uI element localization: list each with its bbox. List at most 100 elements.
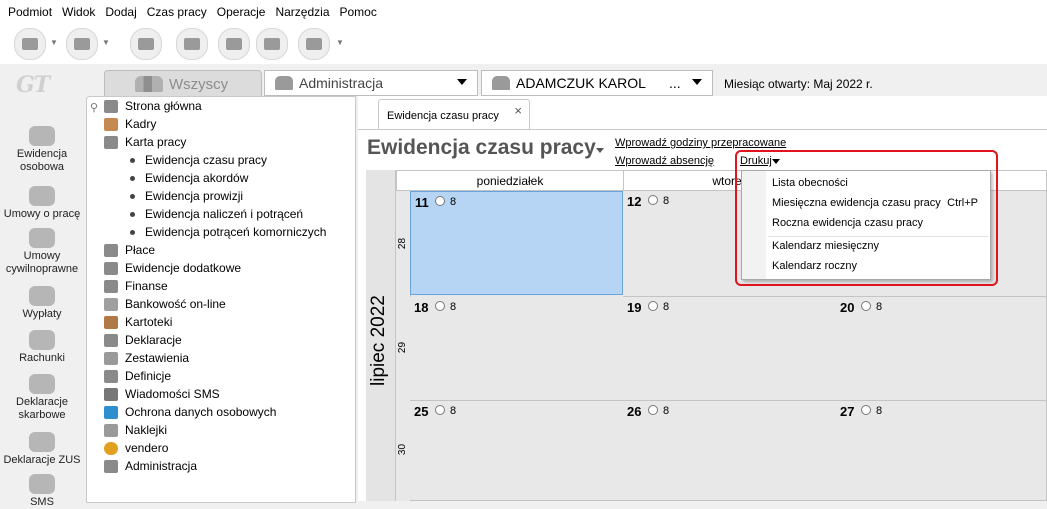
people-icon: [135, 76, 163, 92]
tab-wszyscy[interactable]: Wszyscy: [104, 70, 262, 97]
calendar-day-cell[interactable]: 26 8: [623, 401, 837, 501]
calendar-day-cell[interactable]: 11 8: [410, 191, 623, 295]
menu-operacje[interactable]: Operacje: [215, 5, 268, 19]
menu-pomoc[interactable]: Pomoc: [338, 5, 379, 19]
bills-icon: [29, 330, 55, 350]
tree-item-kadry[interactable]: Kadry: [104, 115, 156, 133]
print-icon[interactable]: [256, 28, 288, 60]
help-dropdown-icon[interactable]: ▼: [336, 38, 344, 47]
tree-item-vendero[interactable]: vendero: [104, 439, 168, 457]
hours-value: 8: [876, 405, 883, 417]
page-title[interactable]: Ewidencja czasu pracy: [367, 136, 596, 160]
day-number: 20: [840, 300, 855, 315]
forward-icon[interactable]: [66, 28, 98, 60]
admin-icon: [104, 459, 118, 473]
tree-item-kartoteki[interactable]: Kartoteki: [104, 313, 172, 331]
tree-label: Strona główna: [125, 99, 202, 113]
menu-narzedzia[interactable]: Narzędzia: [273, 5, 331, 19]
menu-podmiot[interactable]: Podmiot: [6, 5, 54, 19]
menu-item-lista-obecnosci[interactable]: Lista obecności: [772, 177, 848, 189]
nav-deklaracje-skarbowe[interactable]: Deklaracje skarbowe: [0, 374, 84, 422]
tree-item-bankowosc[interactable]: Bankowość on-line: [104, 295, 226, 313]
nav-sms[interactable]: SMS: [0, 474, 84, 509]
department-value: Administracja: [299, 75, 384, 91]
forward-dropdown-icon[interactable]: ▼: [102, 38, 110, 47]
contract-icon: [29, 186, 55, 206]
calendar-day-cell[interactable]: 18 8: [410, 297, 624, 401]
home-icon: [104, 99, 118, 113]
tree-item-place[interactable]: Płace: [104, 241, 155, 259]
tree-item-administracja[interactable]: Administracja: [104, 457, 197, 475]
tree-sub-ewidencja-potracen-komorniczych[interactable]: Ewidencja potrąceń komorniczych: [130, 223, 326, 241]
nav-rachunki[interactable]: Rachunki: [0, 330, 84, 365]
bullet-icon: [130, 193, 135, 199]
tree-item-naklejki[interactable]: Naklejki: [104, 421, 167, 439]
tree-item-definicje[interactable]: Definicje: [104, 367, 171, 385]
people-icon: [275, 76, 293, 90]
edit-icon[interactable]: [176, 28, 208, 60]
menu-item-kalendarz-roczny[interactable]: Kalendarz roczny: [772, 260, 857, 272]
day-number: 12: [627, 194, 642, 209]
department-select[interactable]: Administracja: [264, 70, 478, 96]
tree-sub-ewidencja-prowizji[interactable]: Ewidencja prowizji: [130, 187, 243, 205]
day-number: 25: [414, 404, 429, 419]
menu-item-roczna-ewidencja[interactable]: Roczna ewidencja czasu pracy: [772, 217, 923, 229]
edit-user-icon[interactable]: [218, 28, 250, 60]
tree-label: Ewidencja naliczeń i potrąceń: [145, 207, 304, 221]
tree-sub-ewidencja-naliczen[interactable]: Ewidencja naliczeń i potrąceń: [130, 205, 303, 223]
menu-widok[interactable]: Widok: [60, 5, 97, 19]
calendar-day-cell[interactable]: 25 8: [410, 401, 624, 501]
nav-deklaracje-zus[interactable]: Deklaracje ZUS: [0, 432, 84, 467]
day-number: 19: [627, 300, 642, 315]
menu-czas-pracy[interactable]: Czas pracy: [145, 5, 209, 19]
enter-absence-link[interactable]: Wprowadź absencję: [615, 155, 714, 167]
tax-icon: [29, 374, 55, 394]
nav-label: Rachunki: [19, 352, 65, 364]
clock-icon: [435, 405, 445, 415]
back-icon[interactable]: [14, 28, 46, 60]
enter-hours-link[interactable]: Wprowadź godziny przepracowane: [615, 137, 786, 149]
menu-item-miesieczna-ewidencja[interactable]: Miesięczna ewidencja czasu pracy: [772, 197, 941, 209]
menu-bar: Podmiot Widok Dodaj Czas pracy Operacje …: [0, 0, 1047, 24]
civil-contract-icon: [29, 228, 55, 248]
tree-item-zestawienia[interactable]: Zestawienia: [104, 349, 189, 367]
vendero-icon: [104, 441, 118, 455]
pin-icon[interactable]: ⚲: [90, 101, 98, 114]
nav-wyplaty[interactable]: Wypłaty: [0, 286, 84, 321]
tree-item-strona-glowna[interactable]: Strona główna: [104, 97, 202, 115]
tree-item-deklaracje[interactable]: Deklaracje: [104, 331, 182, 349]
back-dropdown-icon[interactable]: ▼: [50, 38, 58, 47]
tree-sub-ewidencja-czasu-pracy[interactable]: Ewidencja czasu pracy: [130, 151, 267, 169]
nav-umowy-o-prace[interactable]: Umowy o pracę: [0, 186, 84, 221]
tree-item-ochrona-danych[interactable]: Ochrona danych osobowych: [104, 403, 276, 421]
calendar-day-cell[interactable]: 19 8: [623, 297, 837, 401]
tab-ewidencja-czasu-pracy[interactable]: Ewidencja czasu pracy ×: [378, 99, 530, 130]
tree-sub-ewidencja-akordow[interactable]: Ewidencja akordów: [130, 169, 248, 187]
labels-icon: [104, 423, 118, 437]
close-icon[interactable]: ×: [514, 103, 522, 118]
help-icon[interactable]: [298, 28, 330, 60]
menu-item-kalendarz-miesieczny[interactable]: Kalendarz miesięczny: [772, 240, 879, 252]
chevron-down-icon[interactable]: [596, 148, 604, 153]
employee-more[interactable]: ...: [669, 75, 681, 91]
tree-item-karta-pracy[interactable]: Karta pracy: [104, 133, 186, 151]
menu-dodaj[interactable]: Dodaj: [103, 5, 138, 19]
tree-item-wiadomosci-sms[interactable]: Wiadomości SMS: [104, 385, 220, 403]
logo: GT: [16, 72, 50, 98]
tree-item-finanse[interactable]: Finanse: [104, 277, 168, 295]
month-open-label: Miesiąc otwarty: Maj 2022 r.: [724, 77, 873, 91]
nav-label: Deklaracje skarbowe: [16, 396, 68, 421]
nav-label: Umowy o pracę: [3, 208, 81, 220]
toolbar: ▼ ▼ ▼: [0, 24, 1047, 64]
nav-umowy-cywilnoprawne[interactable]: Umowy cywilnoprawne: [0, 228, 84, 276]
staff-icon: [104, 117, 118, 131]
data-protection-icon: [104, 405, 118, 419]
coins-icon[interactable]: [130, 28, 162, 60]
calendar-day-cell[interactable]: 20 8: [836, 297, 1047, 401]
nav-ewidencja-osobowa[interactable]: Ewidencja osobowa: [0, 126, 84, 174]
employee-select[interactable]: ADAMCZUK KAROL ...: [481, 70, 713, 96]
calendar-day-cell[interactable]: 27 8: [836, 401, 1047, 501]
print-dropdown-menu: Lista obecności Miesięczna ewidencja cza…: [741, 170, 991, 280]
zus-icon: [29, 432, 55, 452]
tree-item-ewidencje-dodatkowe[interactable]: Ewidencje dodatkowe: [104, 259, 241, 277]
